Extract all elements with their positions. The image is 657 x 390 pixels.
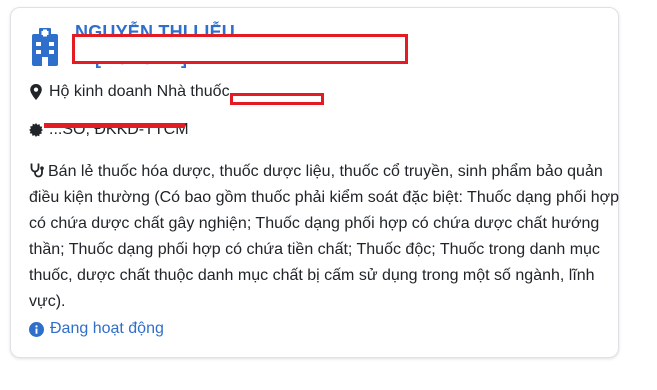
hospital-building-icon <box>32 28 58 66</box>
pharmacy-card: NGUYỄN THỊ LIỄU ... [..../..../20..] Hộ … <box>10 7 619 358</box>
address-row: Hộ kinh doanh Nhà thuốc <box>29 83 230 101</box>
status-link[interactable]: Đang hoạt động <box>29 320 164 338</box>
redaction-bar <box>44 123 185 128</box>
description-text: Bán lẻ thuốc hóa dược, thuốc dược liệu, … <box>29 163 619 310</box>
status-text: Đang hoạt động <box>50 320 164 337</box>
address-text: Hộ kinh doanh Nhà thuốc <box>49 83 230 100</box>
certificate-seal-icon <box>29 123 43 137</box>
stethoscope-icon <box>30 163 44 178</box>
redaction-box <box>230 93 324 105</box>
redaction-box <box>72 34 408 64</box>
map-marker-icon <box>30 84 42 100</box>
business-description: Bán lẻ thuốc hóa dược, thuốc dược liệu, … <box>29 159 619 315</box>
info-circle-icon <box>29 321 44 337</box>
